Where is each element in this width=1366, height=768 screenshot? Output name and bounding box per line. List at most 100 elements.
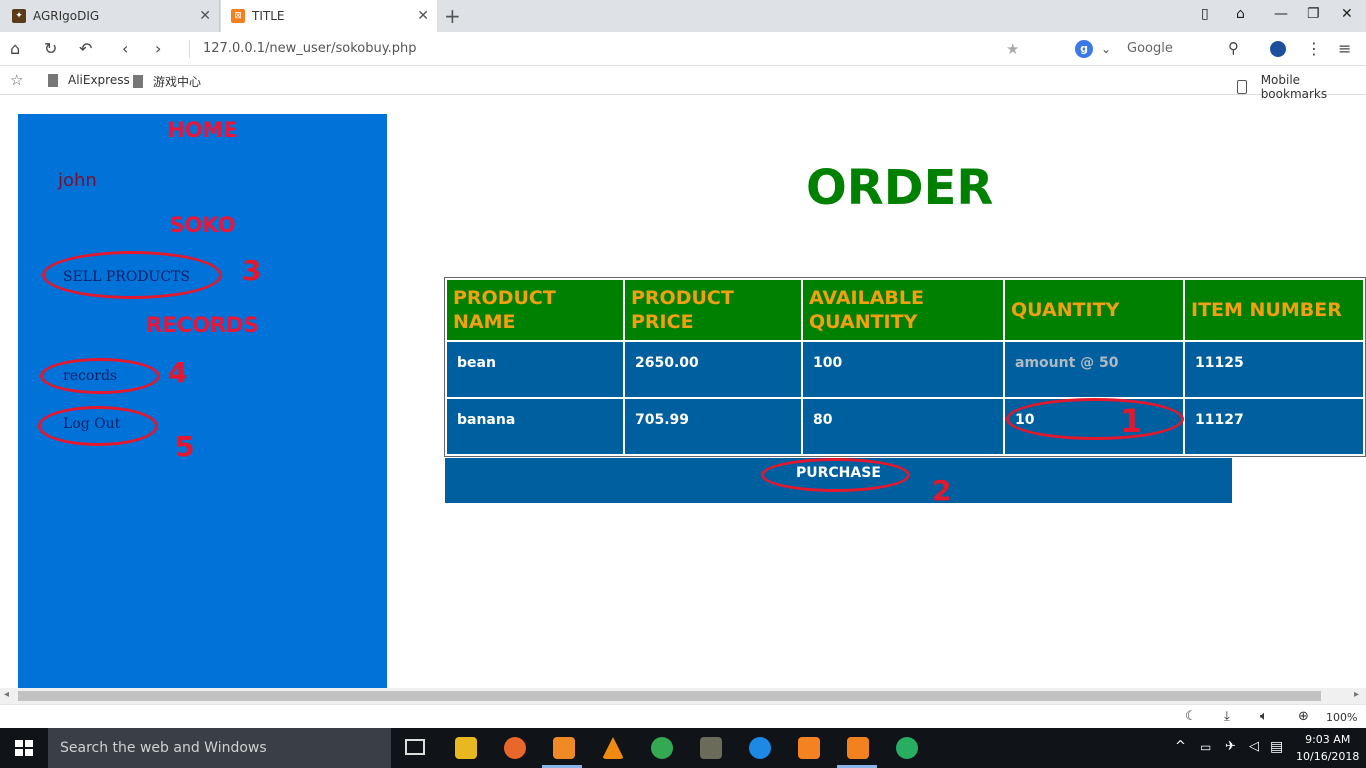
search-field[interactable]: Google <box>1127 41 1173 56</box>
window-close-icon[interactable]: ✕ <box>1341 6 1353 22</box>
scroll-left-icon[interactable]: ◂ <box>4 689 9 700</box>
annotation-number: 2 <box>932 474 952 507</box>
annotation-oval <box>38 406 158 446</box>
page-title: ORDER <box>806 160 994 216</box>
annotation-number: 5 <box>175 430 195 463</box>
game-icon[interactable] <box>700 737 722 759</box>
table-row: banana 705.99 80 10 11127 <box>447 399 1363 454</box>
browser-app-icon[interactable] <box>749 737 771 759</box>
bookmark-star-icon[interactable]: ★ <box>1006 40 1019 58</box>
bookmark-label: AliExpress <box>68 73 130 87</box>
annotation-oval <box>761 458 910 492</box>
restore-icon[interactable]: ❐ <box>1307 6 1320 22</box>
zoom-level: 100% <box>1326 711 1358 724</box>
chevron-down-icon[interactable]: ⌄ <box>1101 42 1111 56</box>
bookmark-star-icon[interactable]: ☆ <box>10 71 23 89</box>
bookmark-label: Mobile bookmarks <box>1260 73 1328 101</box>
soko-heading: SOKO <box>169 213 236 237</box>
tab-title[interactable]: ⊠ TITLE ✕ <box>221 0 437 32</box>
home-icon[interactable]: ⌂ <box>10 39 20 58</box>
taskbar-search-box[interactable]: Search the web and Windows <box>48 728 391 768</box>
atom-icon[interactable] <box>896 737 918 759</box>
horizontal-scrollbar[interactable]: ◂ ▸ <box>0 688 1366 704</box>
scrollbar-thumb[interactable] <box>18 691 1321 701</box>
close-icon[interactable]: ✕ <box>199 8 211 24</box>
tab-label: TITLE <box>252 9 285 23</box>
site-favicon-icon: ✦ <box>12 9 26 23</box>
price-cell: 2650.00 <box>625 342 801 397</box>
phone-icon <box>1237 80 1247 94</box>
bookmarks-bar: ☆ AliExpress 游戏中心 Mobile bookmarks <box>0 67 1366 101</box>
status-bar: ☾ ⤓ 🔈︎ ⊕ 100% <box>0 704 1366 728</box>
minimize-icon[interactable]: — <box>1274 6 1288 22</box>
more-menu-icon[interactable]: ⋮ <box>1306 39 1322 58</box>
clock-time: 9:03 AM <box>1305 733 1351 746</box>
scroll-right-icon[interactable]: ▸ <box>1354 689 1359 700</box>
zoom-icon[interactable]: ⊕ <box>1298 709 1309 724</box>
taskbar: Search the web and Windows ^ ▭ ✈ ◁ 9:03 … <box>0 728 1366 768</box>
reload-icon[interactable]: ↻ <box>44 39 57 58</box>
night-mode-icon[interactable]: ☾ <box>1185 709 1197 724</box>
notification-icon[interactable]: ▤ <box>1270 739 1283 755</box>
column-header: ITEM NUMBER <box>1185 280 1363 340</box>
hamburger-menu-icon[interactable]: ≡ <box>1338 39 1351 58</box>
page-icon <box>133 75 143 88</box>
annotation-oval <box>40 358 160 394</box>
annotation-number: 1 <box>1120 402 1143 440</box>
price-cell: 705.99 <box>625 399 801 454</box>
xampp-icon[interactable] <box>847 737 869 759</box>
system-clock[interactable]: 9:03 AM 10/16/2018 <box>1296 731 1359 765</box>
quantity-input[interactable]: amount @ 50 <box>1005 342 1183 397</box>
annotation-number: 4 <box>168 356 188 389</box>
item-number-cell: 11125 <box>1185 342 1363 397</box>
column-header: QUANTITY <box>1005 280 1183 340</box>
annotation-number: 3 <box>242 254 262 287</box>
g-app-icon[interactable] <box>798 737 820 759</box>
download-icon[interactable]: ⤓ <box>1224 709 1230 724</box>
page-icon <box>48 73 58 87</box>
bookmark-aliexpress[interactable]: AliExpress <box>48 73 130 87</box>
airplane-icon[interactable]: ✈ <box>1225 739 1236 754</box>
task-view-icon[interactable] <box>405 739 425 755</box>
shirt-skin-icon[interactable]: ⌂ <box>1236 6 1245 22</box>
file-explorer-icon[interactable] <box>455 737 477 759</box>
clock-date: 10/16/2018 <box>1296 750 1360 763</box>
forward-icon[interactable]: › <box>155 39 161 58</box>
uc-browser-icon[interactable] <box>553 737 575 759</box>
table-header-row: PRODUCT NAME PRODUCT PRICE AVAILABLE QUA… <box>447 280 1363 340</box>
item-number-cell: 11127 <box>1185 399 1363 454</box>
volume-icon[interactable]: 🔈︎ <box>1260 709 1268 724</box>
firefox-icon[interactable] <box>504 737 526 759</box>
reader-mode-icon[interactable]: ▯ <box>1201 6 1209 22</box>
mute-icon[interactable]: ◁ <box>1249 739 1259 754</box>
available-quantity-cell: 80 <box>803 399 1003 454</box>
extension-icon[interactable] <box>1270 41 1286 57</box>
windows-start-icon[interactable] <box>15 740 33 757</box>
vlc-icon[interactable] <box>602 737 624 759</box>
column-header: AVAILABLE QUANTITY <box>803 280 1003 340</box>
column-header: PRODUCT NAME <box>447 280 623 340</box>
mobile-bookmarks[interactable]: Mobile bookmarks <box>1237 73 1366 101</box>
bookmark-game-center[interactable]: 游戏中心 <box>133 73 201 90</box>
battery-icon[interactable]: ▭ <box>1200 740 1211 754</box>
annotation-oval <box>1006 398 1184 440</box>
close-icon[interactable]: ✕ <box>417 8 429 24</box>
search-icon[interactable]: ⚲ <box>1228 39 1239 57</box>
order-table: PRODUCT NAME PRODUCT PRICE AVAILABLE QUA… <box>444 277 1366 457</box>
product-name-cell: bean <box>447 342 623 397</box>
product-name-cell: banana <box>447 399 623 454</box>
back-icon[interactable]: ‹ <box>122 39 128 58</box>
divider <box>189 40 190 58</box>
chevron-up-icon[interactable]: ^ <box>1175 739 1186 754</box>
available-quantity-cell: 100 <box>803 342 1003 397</box>
tab-agrigodig[interactable]: ✦ AGRIgoDIG ✕ <box>0 0 220 32</box>
search-engine-icon[interactable]: g <box>1075 40 1093 58</box>
browser-tab-bar: ✦ AGRIgoDIG ✕ ⊠ TITLE ✕ + ▯ ⌂ — ❐ ✕ <box>0 0 1366 32</box>
undo-icon[interactable]: ↶ <box>79 39 92 58</box>
home-link[interactable]: HOME <box>18 118 387 142</box>
chrome-icon[interactable] <box>651 737 673 759</box>
tab-label: AGRIgoDIG <box>33 9 100 23</box>
new-tab-plus-icon[interactable]: + <box>444 4 461 28</box>
url-field[interactable]: 127.0.0.1/new_user/sokobuy.php <box>203 41 416 56</box>
username: john <box>58 170 97 191</box>
